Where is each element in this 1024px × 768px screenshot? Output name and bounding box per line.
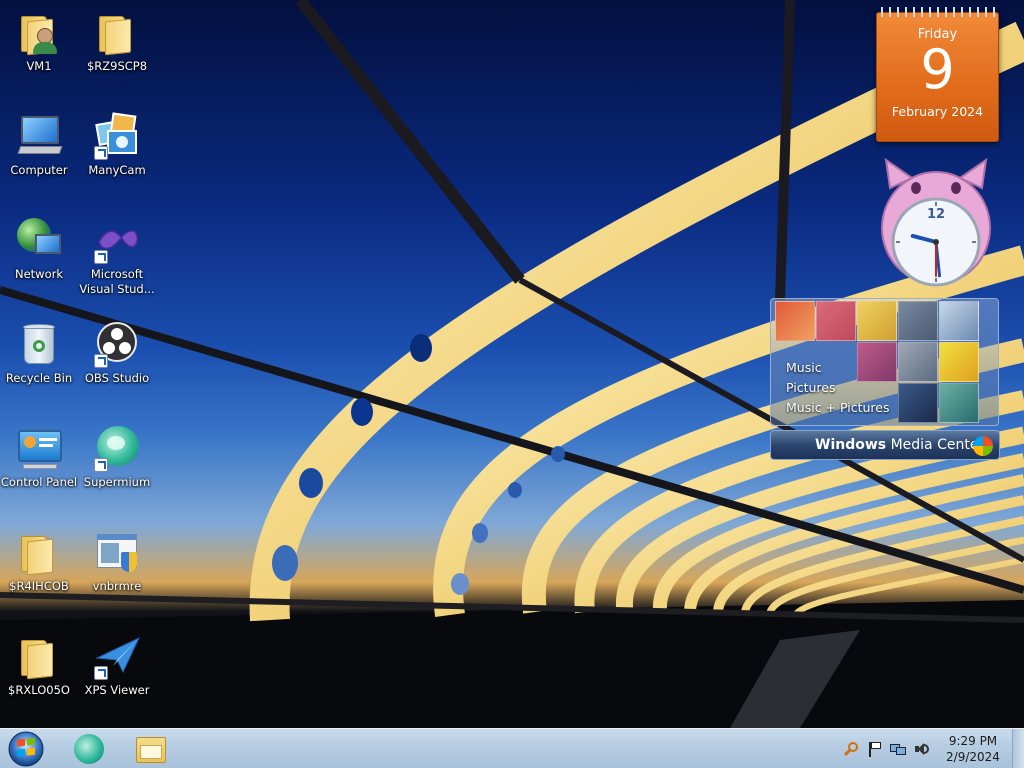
network-icon	[15, 216, 63, 264]
desktop-icon-label: vnbrmre	[92, 579, 142, 593]
desktop-icon-label: OBS Studio	[84, 371, 150, 385]
taskbar-date: 2/9/2024	[946, 750, 1000, 764]
installer-icon	[93, 528, 141, 576]
control-panel-icon	[15, 424, 63, 472]
desktop-icon-recycle-bin[interactable]: Recycle Bin	[0, 314, 78, 410]
action-center-flag-icon[interactable]	[866, 741, 882, 757]
desktop-icon-supermium[interactable]: Supermium	[78, 418, 156, 514]
desktop-icon-network[interactable]: Network	[0, 210, 78, 306]
desktop-icon-label: Computer	[10, 163, 68, 177]
desktop-icon-label: $RXLO05O	[8, 683, 70, 697]
taskbar-clock[interactable]: 9:29 PM 2/9/2024	[936, 733, 1010, 765]
calendar-gadget[interactable]: Friday 9 February 2024	[876, 7, 999, 142]
network-icon[interactable]	[890, 741, 906, 757]
clock-numeral-12: 12	[927, 207, 945, 222]
desktop-icon-visual-studio[interactable]: Microsoft Visual Stud...	[78, 210, 156, 306]
media-center-gadget[interactable]: Music Pictures Music + Pictures Windows …	[770, 298, 1000, 462]
media-center-title-bar[interactable]: Windows Media Center	[770, 430, 1000, 460]
windows-start-orb-icon	[8, 731, 44, 767]
desktop-icon-vnbrmre[interactable]: vnbrmre	[78, 522, 156, 618]
desktop-icon-control-panel[interactable]: Control Panel	[0, 418, 78, 514]
desktop-icon-label: $RZ9SCP8	[86, 59, 148, 73]
supermium-icon	[93, 424, 141, 472]
media-center-menu: Music Pictures Music + Pictures	[786, 358, 890, 418]
desktop-icon-manycam[interactable]: ManyCam	[78, 106, 156, 202]
desktop-icon-rxlo05o[interactable]: $RXLO05O	[0, 626, 78, 722]
clock-gadget[interactable]: 12	[876, 157, 996, 288]
xps-viewer-icon	[93, 632, 141, 680]
obs-studio-icon	[93, 320, 141, 368]
calendar-month-year: February 2024	[891, 104, 984, 119]
file-explorer-icon	[136, 737, 168, 763]
show-desktop-button[interactable]	[1012, 729, 1024, 768]
search-icon[interactable]	[843, 741, 860, 757]
desktop-icon-label: Network	[14, 267, 64, 281]
calendar-rings	[881, 7, 995, 17]
volume-icon[interactable]	[914, 741, 930, 757]
desktop-icon-rz9scp8[interactable]: $RZ9SCP8	[78, 2, 156, 98]
start-button[interactable]	[4, 730, 48, 768]
taskbar-app-explorer[interactable]	[124, 731, 180, 767]
desktop-icon-computer[interactable]: Computer	[0, 106, 78, 202]
desktop-icon-label: VM1	[26, 59, 52, 73]
folder-icon	[15, 632, 63, 680]
taskbar-time: 9:29 PM	[948, 734, 998, 748]
supermium-icon	[74, 734, 104, 764]
desktop-icon-label: Microsoft Visual Stud...	[79, 267, 155, 296]
recycle-bin-icon	[15, 320, 63, 368]
desktop-icon-label: XPS Viewer	[84, 683, 150, 697]
media-center-menu-music[interactable]: Music	[786, 358, 890, 378]
desktop-icon-obs-studio[interactable]: OBS Studio	[78, 314, 156, 410]
media-center-title-bold: Windows	[815, 437, 887, 453]
media-center-title-rest: Media Center	[886, 437, 985, 453]
taskbar: 9:29 PM 2/9/2024	[0, 728, 1024, 768]
desktop-icon-r4ihcob[interactable]: $R4IHCOB	[0, 522, 78, 618]
windows-logo-icon	[973, 436, 993, 456]
desktop-icon-label: Supermium	[83, 475, 151, 489]
user-folder-icon	[15, 8, 63, 56]
desktop-icon-xps-viewer[interactable]: XPS Viewer	[78, 626, 156, 722]
desktop-icon-label: Recycle Bin	[5, 371, 73, 385]
desktop-icon-label: $R4IHCOB	[9, 579, 69, 593]
desktop-icon-label: Control Panel	[0, 475, 78, 489]
desktop-icon-label: ManyCam	[88, 163, 146, 177]
visual-studio-icon	[93, 216, 141, 264]
calendar-day-number: 9	[920, 38, 955, 101]
taskbar-app-supermium[interactable]	[62, 731, 118, 767]
desktop-icon-vm1[interactable]: VM1	[0, 2, 78, 98]
computer-icon	[15, 112, 63, 160]
folder-icon	[15, 528, 63, 576]
media-center-menu-music-pictures[interactable]: Music + Pictures	[786, 398, 890, 418]
manycam-icon	[93, 112, 141, 160]
media-center-menu-pictures[interactable]: Pictures	[786, 378, 890, 398]
folder-icon	[93, 8, 141, 56]
